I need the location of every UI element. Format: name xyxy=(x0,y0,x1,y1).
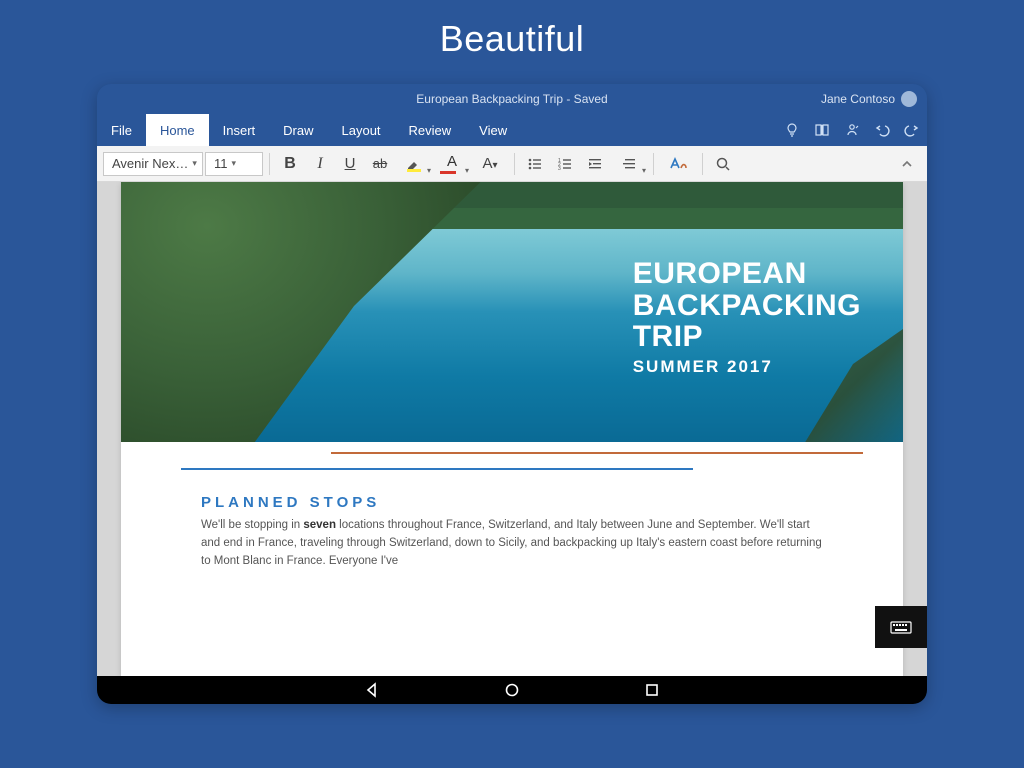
android-recents-button[interactable] xyxy=(642,680,662,700)
android-nav-bar xyxy=(97,676,927,704)
styles-button[interactable] xyxy=(660,150,696,178)
separator xyxy=(269,153,270,175)
formatting-toolbar: Avenir Nex… ▾ 11 ▾ B I U ab ▾ A ▾ A▾ 123 xyxy=(97,146,927,182)
collapse-ribbon-button[interactable] xyxy=(893,150,921,178)
promo-heading: Beautiful xyxy=(440,18,585,60)
hero-image: EUROPEAN BACKPACKING TRIP SUMMER 2017 xyxy=(121,182,903,442)
font-size-value: 11 xyxy=(214,156,228,171)
share-icon[interactable] xyxy=(837,114,867,146)
body-prefix: We'll be stopping in xyxy=(201,519,303,531)
tab-review[interactable]: Review xyxy=(395,114,466,146)
search-button[interactable] xyxy=(709,150,737,178)
separator xyxy=(702,153,703,175)
font-name-select[interactable]: Avenir Nex… ▾ xyxy=(103,152,203,176)
chevron-down-icon: ▾ xyxy=(465,166,469,175)
font-color-button[interactable]: A ▾ xyxy=(434,150,470,178)
chevron-down-icon: ▾ xyxy=(232,158,237,169)
underline-button[interactable]: U xyxy=(336,150,364,178)
undo-icon[interactable] xyxy=(867,114,897,146)
tab-file[interactable]: File xyxy=(97,114,146,146)
body-bold: seven xyxy=(303,519,336,531)
document-title: European Backpacking Trip - Saved xyxy=(97,92,927,106)
italic-button[interactable]: I xyxy=(306,150,334,178)
android-home-button[interactable] xyxy=(502,680,522,700)
user-area[interactable]: Jane Contoso xyxy=(821,91,917,107)
device-frame: European Backpacking Trip - Saved Jane C… xyxy=(97,84,927,704)
section-heading: PLANNED STOPS xyxy=(121,490,903,517)
numbered-list-button[interactable]: 123 xyxy=(551,150,579,178)
hero-line1: EUROPEAN xyxy=(633,258,861,290)
hero-line2: BACKPACKING xyxy=(633,290,861,322)
tab-draw[interactable]: Draw xyxy=(269,114,327,146)
font-effects-button[interactable]: A▾ xyxy=(472,150,508,178)
keyboard-fab[interactable] xyxy=(875,606,927,648)
android-back-button[interactable] xyxy=(362,680,382,700)
bullet-list-button[interactable] xyxy=(521,150,549,178)
svg-text:3: 3 xyxy=(558,166,561,172)
redo-icon[interactable] xyxy=(897,114,927,146)
hero-subtitle: SUMMER 2017 xyxy=(633,357,861,377)
hero-title-block: EUROPEAN BACKPACKING TRIP SUMMER 2017 xyxy=(633,258,861,377)
hero-line3: TRIP xyxy=(633,321,861,353)
indent-button[interactable] xyxy=(581,150,609,178)
document-page: EUROPEAN BACKPACKING TRIP SUMMER 2017 PL… xyxy=(121,182,903,676)
tell-me-icon[interactable] xyxy=(777,114,807,146)
chevron-down-icon: ▾ xyxy=(642,166,646,175)
separator xyxy=(653,153,654,175)
document-viewport[interactable]: EUROPEAN BACKPACKING TRIP SUMMER 2017 PL… xyxy=(97,182,927,676)
font-name-value: Avenir Nex… xyxy=(112,156,188,171)
tab-home[interactable]: Home xyxy=(146,114,209,146)
chevron-down-icon: ▾ xyxy=(192,158,197,169)
user-name-label: Jane Contoso xyxy=(821,92,895,106)
accent-dividers xyxy=(121,442,903,490)
tab-insert[interactable]: Insert xyxy=(209,114,270,146)
font-size-select[interactable]: 11 ▾ xyxy=(205,152,263,176)
chevron-down-icon: ▾ xyxy=(427,166,431,175)
strikethrough-button[interactable]: ab xyxy=(366,150,394,178)
paragraph-button[interactable]: ▾ xyxy=(611,150,647,178)
ribbon-tabs: File Home Insert Draw Layout Review View xyxy=(97,114,927,146)
titlebar: European Backpacking Trip - Saved Jane C… xyxy=(97,84,927,114)
highlight-button[interactable]: ▾ xyxy=(396,150,432,178)
avatar[interactable] xyxy=(901,91,917,107)
tab-layout[interactable]: Layout xyxy=(328,114,395,146)
read-mode-icon[interactable] xyxy=(807,114,837,146)
body-paragraph: We'll be stopping in seven locations thr… xyxy=(121,517,903,570)
bold-button[interactable]: B xyxy=(276,150,304,178)
separator xyxy=(514,153,515,175)
tab-view[interactable]: View xyxy=(465,114,521,146)
